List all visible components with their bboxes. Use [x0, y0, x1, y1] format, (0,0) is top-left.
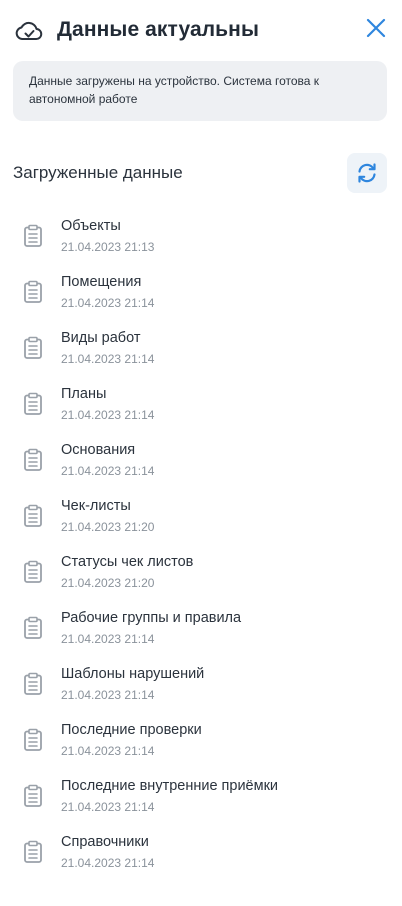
- item-date: 21.04.2023 21:14: [61, 296, 155, 310]
- clipboard-icon: [22, 616, 44, 640]
- clipboard-icon: [22, 336, 44, 360]
- list-item[interactable]: Рабочие группы и правила 21.04.2023 21:1…: [0, 598, 402, 654]
- section-title: Загруженные данные: [13, 163, 183, 182]
- cloud-check-icon: [14, 18, 44, 44]
- item-name: Основания: [61, 442, 136, 458]
- item-date: 21.04.2023 21:14: [61, 688, 155, 702]
- page-title: Данные актуальны: [57, 18, 260, 41]
- list-item[interactable]: Шаблоны нарушений 21.04.2023 21:14: [0, 654, 402, 710]
- list-item[interactable]: Последние внутренние приёмки 21.04.2023 …: [0, 766, 402, 822]
- clipboard-icon: [22, 392, 44, 416]
- clipboard-icon: [22, 784, 44, 808]
- item-date: 21.04.2023 21:13: [61, 240, 155, 254]
- item-date: 21.04.2023 21:14: [61, 352, 155, 366]
- refresh-icon: [358, 163, 376, 183]
- item-name: Статусы чек листов: [61, 554, 194, 570]
- clipboard-icon: [22, 448, 44, 472]
- item-name: Чек-листы: [61, 498, 131, 514]
- list-item[interactable]: Последние проверки 21.04.2023 21:14: [0, 710, 402, 766]
- list-item[interactable]: Чек-листы 21.04.2023 21:20: [0, 486, 402, 542]
- list-item[interactable]: Планы 21.04.2023 21:14: [0, 374, 402, 430]
- refresh-button[interactable]: [347, 153, 387, 193]
- item-name: Планы: [61, 386, 107, 402]
- clipboard-icon: [22, 560, 44, 584]
- status-notice: Данные загружены на устройство. Система …: [13, 61, 387, 121]
- list-item[interactable]: Справочники 21.04.2023 21:14: [0, 822, 402, 878]
- clipboard-icon: [22, 280, 44, 304]
- item-name: Объекты: [61, 218, 121, 234]
- item-name: Рабочие группы и правила: [61, 610, 242, 626]
- item-date: 21.04.2023 21:14: [61, 744, 155, 758]
- list-item[interactable]: Статусы чек листов 21.04.2023 21:20: [0, 542, 402, 598]
- close-button[interactable]: [362, 14, 390, 42]
- list-item[interactable]: Основания 21.04.2023 21:14: [0, 430, 402, 486]
- item-name: Помещения: [61, 274, 142, 290]
- item-name: Виды работ: [61, 330, 141, 346]
- item-date: 21.04.2023 21:20: [61, 520, 155, 534]
- item-date: 21.04.2023 21:14: [61, 464, 155, 478]
- item-date: 21.04.2023 21:14: [61, 408, 155, 422]
- header: Данные актуальны: [0, 0, 402, 60]
- item-name: Шаблоны нарушений: [61, 666, 205, 682]
- item-date: 21.04.2023 21:14: [61, 856, 155, 870]
- list-item[interactable]: Помещения 21.04.2023 21:14: [0, 262, 402, 318]
- item-date: 21.04.2023 21:14: [61, 800, 155, 814]
- close-icon: [366, 18, 386, 38]
- item-date: 21.04.2023 21:20: [61, 576, 155, 590]
- item-date: 21.04.2023 21:14: [61, 632, 155, 646]
- list-item[interactable]: Виды работ 21.04.2023 21:14: [0, 318, 402, 374]
- clipboard-icon: [22, 728, 44, 752]
- clipboard-icon: [22, 504, 44, 528]
- clipboard-icon: [22, 840, 44, 864]
- clipboard-icon: [22, 224, 44, 248]
- list-item[interactable]: Объекты 21.04.2023 21:13: [0, 206, 402, 262]
- item-name: Последние внутренние приёмки: [61, 778, 279, 794]
- loaded-data-list: Объекты 21.04.2023 21:13 Помещения 21.04…: [0, 206, 402, 878]
- clipboard-icon: [22, 672, 44, 696]
- item-name: Последние проверки: [61, 722, 202, 738]
- item-name: Справочники: [61, 834, 149, 850]
